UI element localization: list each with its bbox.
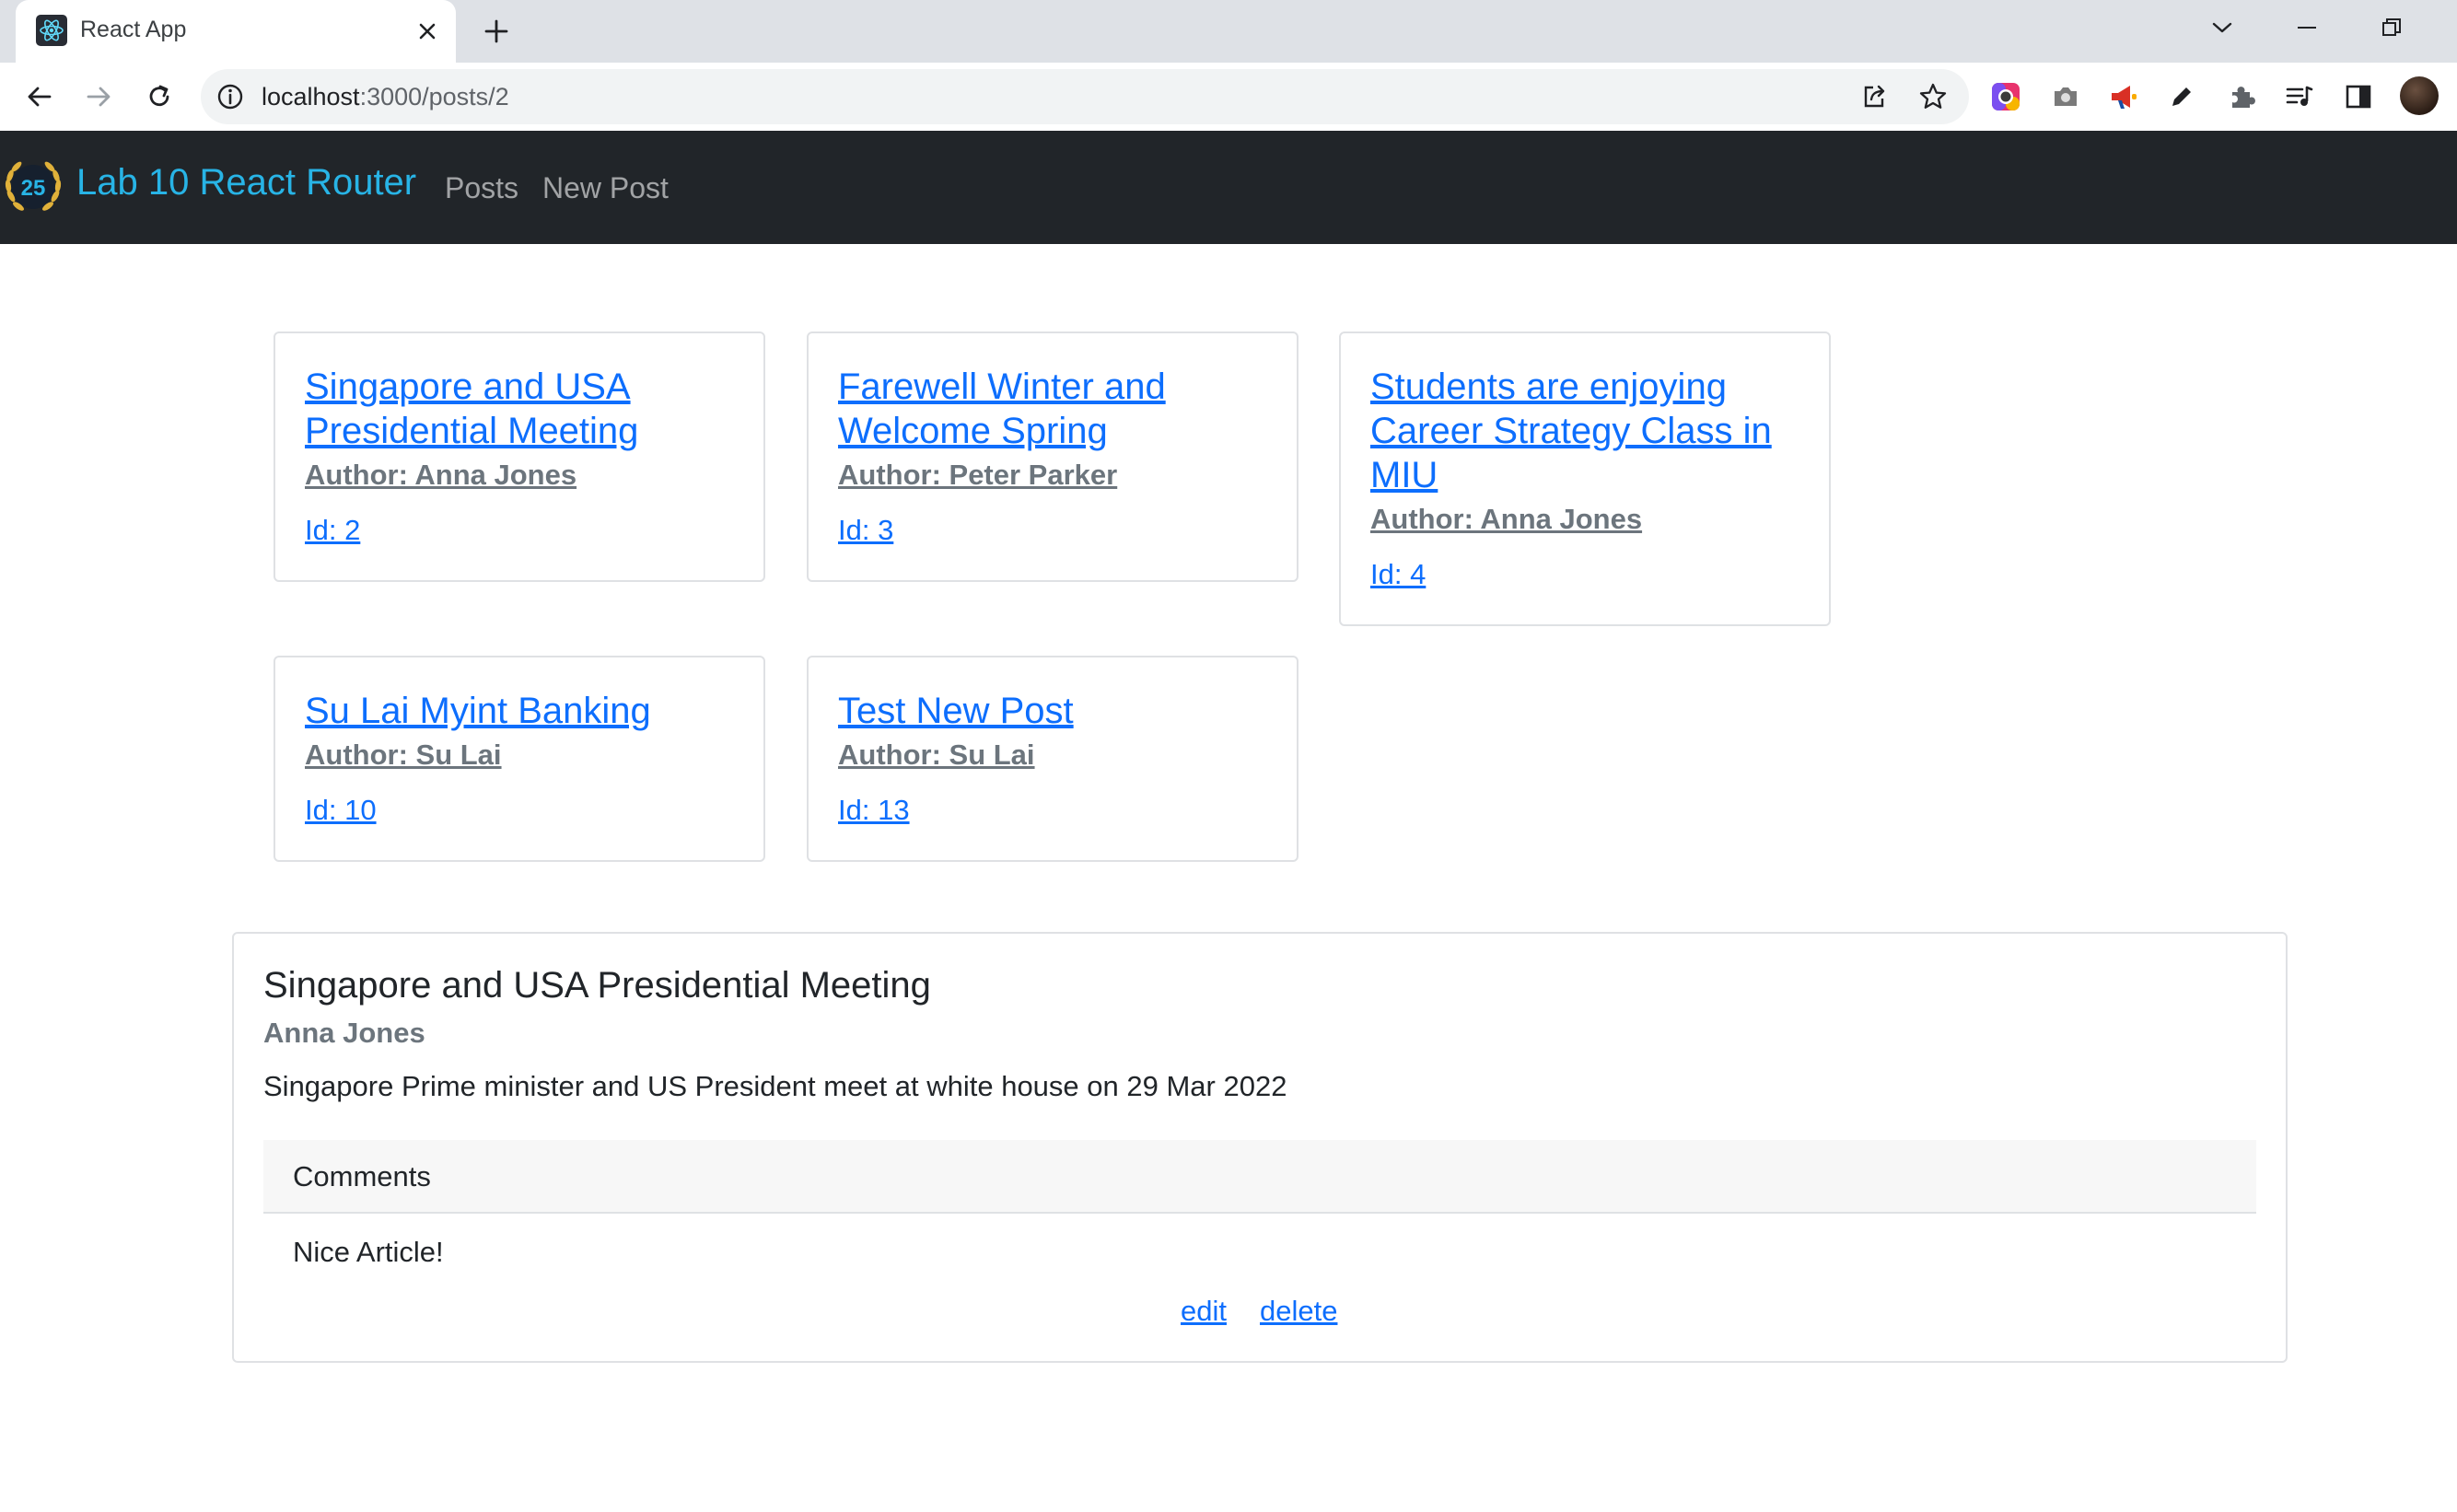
post-title-link[interactable]: Farewell Winter and Welcome Spring	[838, 365, 1280, 453]
post-title-link[interactable]: Singapore and USA Presidential Meeting	[305, 365, 747, 453]
brand-title[interactable]: Lab 10 React Router	[76, 162, 416, 204]
comment-item: Nice Article!	[293, 1236, 444, 1268]
post-author-link[interactable]: Author: Peter Parker	[838, 459, 1117, 492]
close-tab-icon[interactable]	[412, 16, 443, 47]
post-id-link[interactable]: Id: 4	[1370, 558, 1426, 591]
nav-link-posts[interactable]: Posts	[445, 171, 518, 205]
back-arrow-icon[interactable]	[20, 77, 59, 116]
share-icon[interactable]	[1858, 81, 1890, 112]
browser-tabstrip: React App	[0, 0, 2457, 63]
post-author-link[interactable]: Author: Anna Jones	[1370, 503, 1642, 536]
post-card: Students are enjoying Career Strategy Cl…	[1339, 331, 1831, 626]
reload-icon[interactable]	[140, 77, 179, 116]
post-card: Test New Post Author: Su Lai Id: 13	[807, 656, 1298, 862]
side-panel-icon[interactable]	[2342, 80, 2375, 113]
url-text[interactable]: localhost:3000/posts/2	[262, 83, 509, 111]
browser-tab[interactable]: React App	[16, 0, 456, 63]
url-path: :3000/posts/2	[359, 83, 509, 110]
detail-title: Singapore and USA Presidential Meeting	[263, 965, 931, 1006]
post-id-link[interactable]: Id: 3	[838, 514, 893, 547]
post-id-link[interactable]: Id: 2	[305, 514, 360, 547]
post-author-link[interactable]: Author: Su Lai	[305, 739, 502, 772]
post-card: Su Lai Myint Banking Author: Su Lai Id: …	[274, 656, 765, 862]
pen-extension-icon[interactable]	[2165, 80, 2198, 113]
extensions-puzzle-icon[interactable]	[2225, 80, 2258, 113]
camera-extension-icon[interactable]	[2049, 80, 2082, 113]
react-favicon-icon	[36, 15, 67, 46]
delete-link[interactable]: delete	[1260, 1295, 1337, 1328]
address-bar[interactable]: localhost:3000/posts/2	[201, 69, 1969, 124]
media-queue-icon[interactable]	[2283, 80, 2316, 113]
detail-content: Singapore Prime minister and US Presiden…	[263, 1070, 1287, 1102]
laurel-25-logo-icon[interactable]: 25	[2, 156, 64, 218]
minimize-icon[interactable]	[2284, 9, 2330, 46]
url-host: localhost	[262, 83, 360, 110]
site-info-icon[interactable]	[215, 82, 245, 111]
post-id-link[interactable]: Id: 10	[305, 794, 377, 827]
comments-label: Comments	[293, 1160, 431, 1192]
post-card: Farewell Winter and Welcome Spring Autho…	[807, 331, 1298, 582]
post-author-link[interactable]: Author: Su Lai	[838, 739, 1035, 772]
browser-toolbar: localhost:3000/posts/2	[0, 63, 2457, 131]
edit-link[interactable]: edit	[1181, 1295, 1227, 1328]
color-picker-extension-icon[interactable]	[1989, 80, 2022, 113]
new-tab-icon[interactable]	[479, 14, 514, 49]
post-detail-panel: Singapore and USA Presidential Meeting A…	[232, 932, 2288, 1363]
post-title-link[interactable]: Test New Post	[838, 689, 1280, 733]
detail-author: Anna Jones	[263, 1017, 425, 1049]
post-card: Singapore and USA Presidential Meeting A…	[274, 331, 765, 582]
bookmark-star-icon[interactable]	[1917, 81, 1949, 112]
logo-badge-text: 25	[21, 176, 46, 201]
comments-header: Comments	[263, 1140, 2256, 1214]
post-id-link[interactable]: Id: 13	[838, 794, 910, 827]
tab-search-chevron-icon[interactable]	[2199, 9, 2245, 46]
restore-window-icon[interactable]	[2369, 9, 2415, 46]
nav-link-new-post[interactable]: New Post	[542, 171, 669, 205]
forward-arrow-icon[interactable]	[79, 77, 118, 116]
post-author-link[interactable]: Author: Anna Jones	[305, 459, 576, 492]
profile-avatar[interactable]	[2400, 76, 2439, 115]
post-title-link[interactable]: Students are enjoying Career Strategy Cl…	[1370, 365, 1812, 497]
app-navbar: 25 Lab 10 React Router Posts New Post	[0, 131, 2457, 244]
megaphone-extension-icon[interactable]	[2107, 80, 2140, 113]
tab-title: React App	[80, 17, 187, 42]
post-title-link[interactable]: Su Lai Myint Banking	[305, 689, 747, 733]
